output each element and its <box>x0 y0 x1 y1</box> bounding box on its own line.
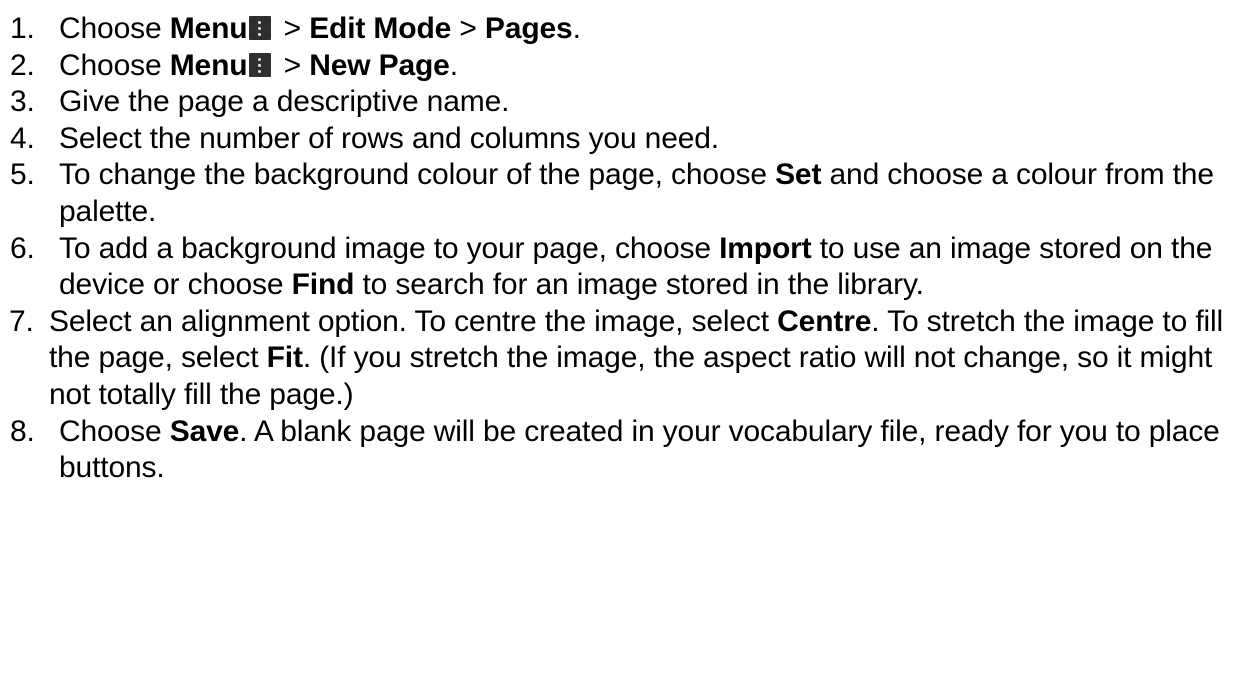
ui-term: Centre <box>777 304 872 338</box>
instruction-step: 1. Choose Menu > Edit Mode > Pages. <box>0 11 1248 48</box>
ui-term: Edit Mode <box>309 12 452 45</box>
ui-term: New Page <box>309 48 450 82</box>
step-number: 3. <box>10 85 35 119</box>
step-text-run: > <box>275 48 310 82</box>
step-text: To change the background colour of the p… <box>59 158 1214 228</box>
step-text: Choose Save. A blank page will be create… <box>59 415 1220 485</box>
step-number: 8. <box>10 414 35 448</box>
ui-term: Menu <box>169 12 248 45</box>
ui-term: Fit <box>266 341 303 375</box>
step-text-run: To change the background colour of the p… <box>59 158 776 192</box>
ui-term: Menu <box>169 48 248 82</box>
step-number: 6. <box>10 231 35 265</box>
step-text: Give the page a descriptive name. <box>59 85 509 118</box>
step-text-run: > <box>451 12 485 45</box>
step-text-run: . <box>449 48 458 82</box>
step-text-run: to search for an image stored in the lib… <box>354 268 924 302</box>
step-text: Select the number of rows and columns yo… <box>59 122 719 155</box>
step-text-run: Choose <box>59 48 170 82</box>
instruction-step: 6. To add a background image to your page… <box>0 231 1248 304</box>
instruction-step: 8. Choose Save. A blank page will be crea… <box>0 414 1248 487</box>
instruction-steps: 1. Choose Menu > Edit Mode > Pages. 2. Choo… <box>0 11 1248 487</box>
instruction-step: 3. Give the page a descriptive name. <box>0 84 1248 121</box>
step-text: Select an alignment option. To centre th… <box>49 304 1244 414</box>
ui-term: Import <box>719 231 812 265</box>
instruction-step: 7. Select an alignment option. To centre … <box>0 304 1248 414</box>
step-text: Choose Menu > New Page. <box>59 49 458 82</box>
step-number: 1. <box>10 12 35 45</box>
step-number: 5. <box>10 158 35 192</box>
step-text-run: Select the number of rows and columns yo… <box>59 121 719 155</box>
ui-term: Set <box>775 158 822 192</box>
instruction-step: 4. Select the number of rows and columns … <box>0 121 1248 158</box>
step-text-run: . <box>572 12 581 45</box>
step-number: 7. <box>9 304 34 338</box>
step-text: Choose Menu > Edit Mode > Pages. <box>59 12 581 45</box>
step-text-run: Select an alignment option. To centre th… <box>49 304 778 338</box>
step-number: 4. <box>10 121 35 155</box>
step-text: To add a background image to your page, … <box>59 232 1212 302</box>
step-text-run: To add a background image to your page, … <box>59 231 720 265</box>
step-text-run: Give the page a descriptive name. <box>59 85 510 119</box>
ui-term: Pages <box>484 12 573 45</box>
menu-icon <box>249 16 272 40</box>
step-text-run: > <box>275 12 310 45</box>
step-number: 2. <box>10 48 35 82</box>
ui-term: Save <box>169 414 240 448</box>
menu-icon <box>249 52 272 77</box>
instruction-step: 2. Choose Menu > New Page. <box>0 48 1248 85</box>
step-text-run: Choose <box>59 12 170 45</box>
instruction-step: 5. To change the background colour of the… <box>0 157 1248 230</box>
ui-term: Find <box>291 268 355 302</box>
step-text-run: Choose <box>59 414 170 448</box>
